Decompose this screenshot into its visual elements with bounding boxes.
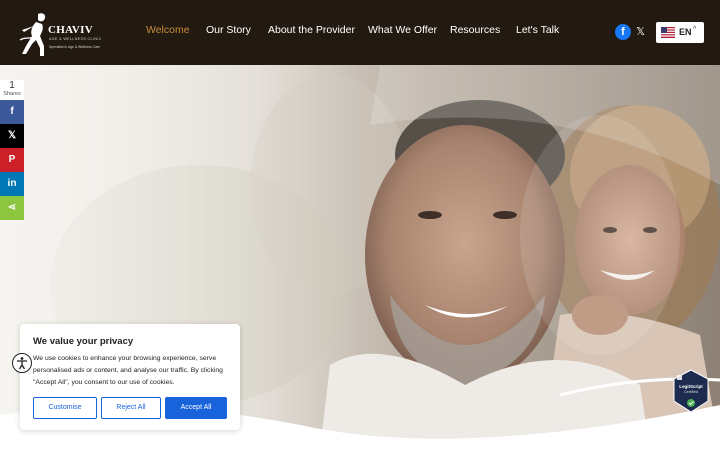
share-count: 1 Shares [0,80,24,100]
nav-our-story[interactable]: Our Story [206,24,251,36]
nav-resources[interactable]: Resources [450,24,500,36]
facebook-share-icon[interactable]: f [0,100,24,124]
share-count-number: 1 [9,80,15,91]
badge-subtitle: Certified [683,390,699,394]
chevron-up-icon: ^ [693,26,697,33]
language-selector[interactable]: EN ^ [656,22,704,43]
legitscript-badge[interactable]: LegitScript Certified [672,369,710,413]
reject-all-button[interactable]: Reject All [101,397,161,419]
x-twitter-icon[interactable]: 𝕏 [634,25,647,39]
brand-subtitle: AGE & WELLNESS CLINIC [49,37,102,41]
customise-button[interactable]: Customise [33,397,97,419]
badge-title: LegitScript [679,384,703,389]
brand-tagline: Specialist in Age & Wellness Care [49,45,101,49]
pinterest-share-icon[interactable]: P [0,148,24,172]
linkedin-share-icon[interactable]: in [0,172,24,196]
cookie-title: We value your privacy [33,336,134,347]
nav-lets-talk[interactable]: Let's Talk [516,24,559,36]
site-logo[interactable]: CHAVIV AGE & WELLNESS CLINIC Specialist … [18,10,101,58]
cookie-message: We use cookies to enhance your browsing … [33,355,223,386]
cookie-consent-banner: We value your privacy We use cookies to … [20,324,240,430]
accept-all-button[interactable]: Accept All [165,397,227,419]
x-share-icon[interactable]: 𝕏 [0,124,24,148]
nav-what-we-offer[interactable]: What We Offer [368,24,437,36]
accessibility-icon[interactable] [12,353,32,373]
share-count-label: Shares [3,91,21,97]
us-flag-icon [661,27,675,38]
nav-welcome[interactable]: Welcome [146,24,190,36]
site-header: CHAVIV AGE & WELLNESS CLINIC Specialist … [0,0,720,65]
accessibility-person-icon [17,357,27,370]
nav-about-provider[interactable]: About the Provider [268,24,355,36]
runner-logo-icon [19,13,46,56]
facebook-icon[interactable]: f [615,24,631,40]
share-icon[interactable]: ⋖ [0,196,24,220]
language-code: EN [679,27,692,37]
brand-name: CHAVIV [48,24,93,36]
